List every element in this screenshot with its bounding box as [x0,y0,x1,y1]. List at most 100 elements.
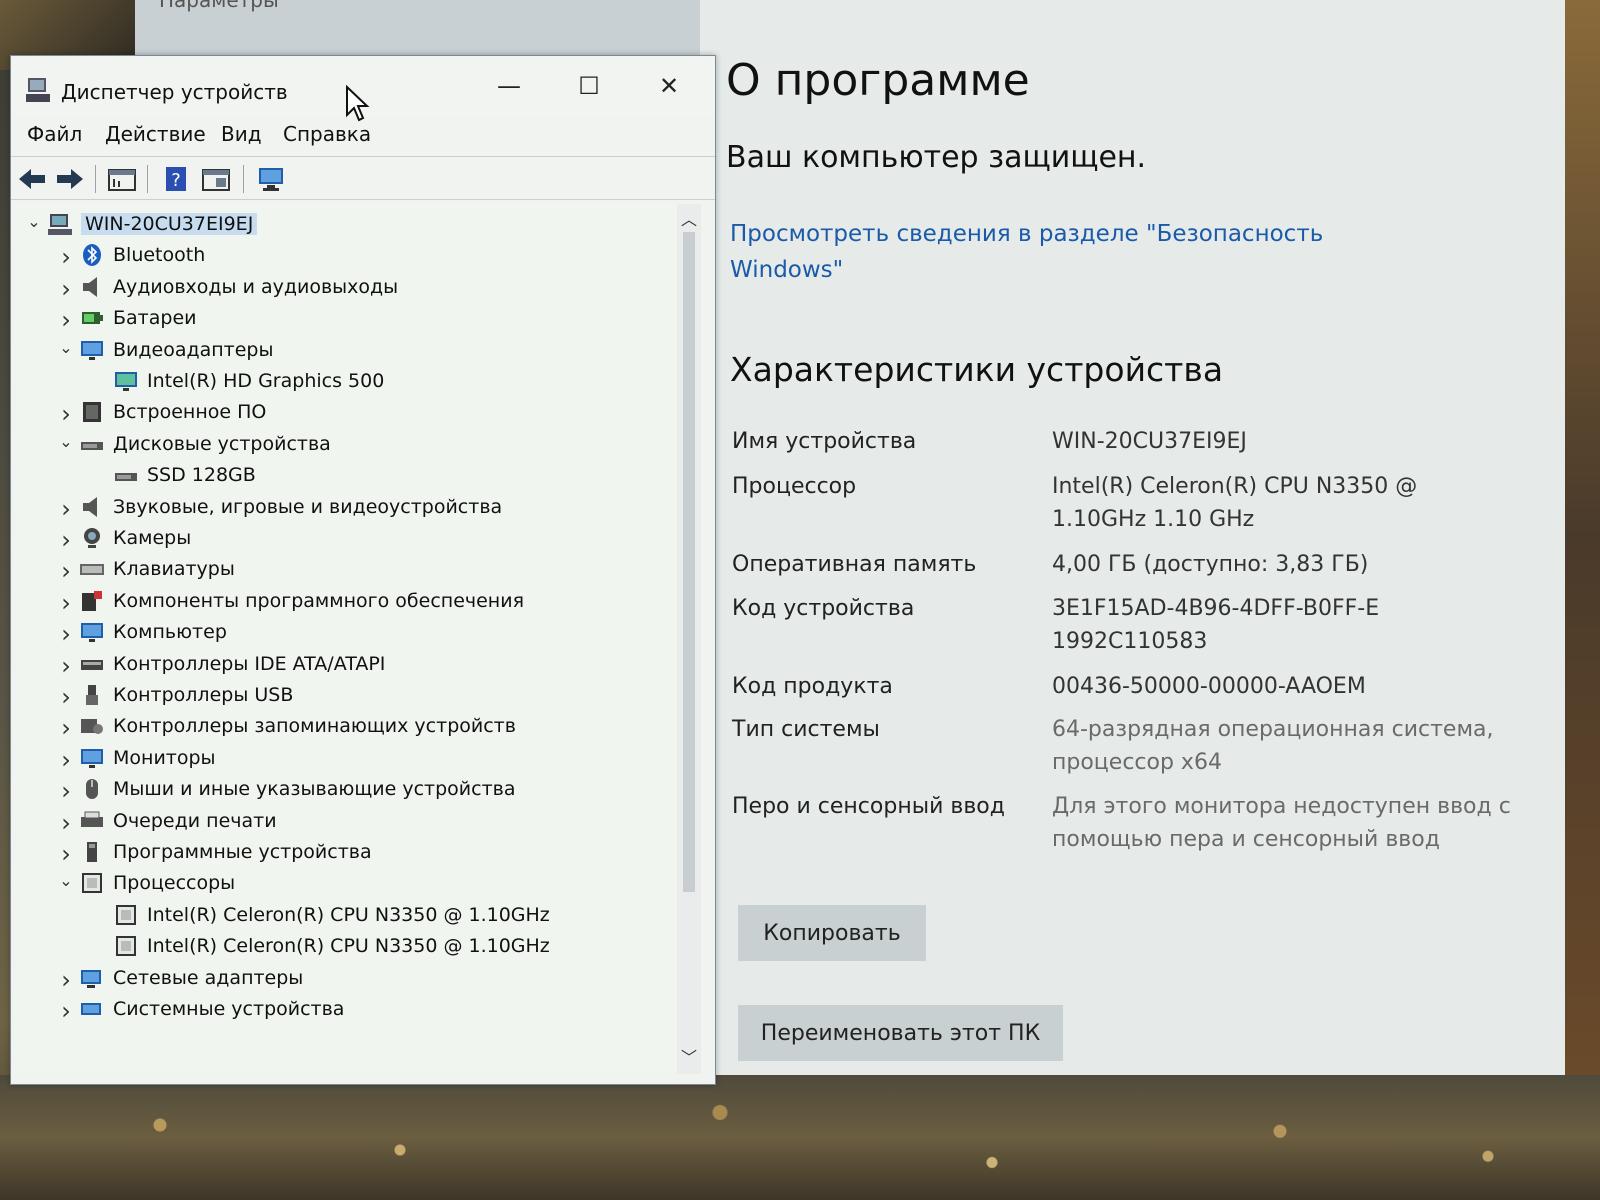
device-category[interactable]: › Батареи [57,304,655,334]
device-category[interactable]: › Встроенное ПО [57,398,655,428]
processor-icon [82,873,102,894]
chevron-right-icon[interactable]: › [57,997,75,1025]
chevron-right-icon[interactable]: › [57,400,75,428]
menu-file[interactable]: Файл [27,122,82,146]
device-category[interactable]: › Аудиовходы и аудиовыходы [57,273,655,303]
device-category[interactable]: › Контроллеры IDE ATA/ATAPI [57,650,655,680]
device-item[interactable]: Intel(R) Celeron(R) CPU N3350 @ 1.10GHz [91,901,655,931]
device-category[interactable]: › Контроллеры USB [57,681,655,711]
device-category[interactable]: › Bluetooth [57,241,655,271]
storage-controller-icon [81,719,103,735]
processor-icon [116,904,136,925]
device-category[interactable]: › Камеры [57,524,655,554]
chevron-right-icon[interactable]: › [57,557,75,585]
menu-help[interactable]: Справка [283,122,371,146]
chevron-right-icon[interactable]: › [57,714,75,742]
tree-node-label: Камеры [113,527,192,549]
maximize-button[interactable]: ☐ [559,68,619,104]
close-button[interactable]: ✕ [639,68,699,104]
chevron-right-icon[interactable]: › [57,526,75,554]
camera-icon [84,528,100,548]
spec-label: Перо и сенсорный ввод [732,794,1005,819]
device-category[interactable]: › Сетевые адаптеры [57,964,655,994]
tree-node-label: Intel(R) HD Graphics 500 [147,370,385,392]
device-category[interactable]: › Программные устройства [57,838,655,868]
device-category[interactable]: › Компоненты программного обеспечения [57,587,655,617]
chevron-right-icon[interactable]: › [57,652,75,680]
device-category[interactable]: ⌄ Видеоадаптеры [57,336,655,366]
spec-value: 64-разрядная операционная система, проце… [1052,717,1494,775]
speaker-icon [83,496,97,517]
chevron-down-icon[interactable]: ⌄ [57,338,75,362]
device-item[interactable]: Intel(R) HD Graphics 500 [91,367,655,397]
tree-node-label: Контроллеры IDE ATA/ATAPI [113,652,386,675]
help-icon[interactable]: ? [161,165,191,193]
firmware-icon [83,402,101,423]
scroll-up-arrow-icon[interactable]: ︿ [677,206,701,230]
device-item[interactable]: SSD 128GB [91,461,655,491]
chevron-right-icon[interactable]: › [57,620,75,648]
tree-node-label: Клавиатуры [113,558,235,581]
scroll-down-arrow-icon[interactable]: ﹀ [677,1044,701,1068]
device-category[interactable]: › Системные устройства [57,995,655,1025]
tree-root[interactable]: ⌄ WIN-20CU37EI9EJ [25,210,655,240]
forward-arrow-icon[interactable] [55,165,85,193]
tree-node-label: Intel(R) Celeron(R) CPU N3350 @ 1.10GHz [147,903,550,926]
menu-view[interactable]: Вид [221,122,262,146]
chevron-right-icon[interactable]: › [57,589,75,617]
windows-security-link[interactable]: Просмотреть сведения в разделе "Безопасн… [730,216,1330,288]
spec-value: 00436-50000-00000-AAOEM [1052,674,1366,699]
chevron-down-icon[interactable]: ⌄ [57,871,75,895]
device-category[interactable]: › Контроллеры запоминающих устройств [57,712,655,742]
chevron-right-icon[interactable]: › [57,243,75,271]
chevron-right-icon[interactable]: › [57,777,75,805]
chevron-right-icon[interactable]: › [57,809,75,837]
chevron-down-icon[interactable]: ⌄ [57,432,75,456]
chevron-right-icon[interactable]: › [57,966,75,994]
rename-pc-button[interactable]: Переименовать этот ПК [738,1005,1063,1061]
chevron-right-icon[interactable]: › [57,683,75,711]
tree-node-label: Процессоры [113,872,236,895]
chevron-right-icon[interactable]: › [57,495,75,523]
usb-icon [86,685,98,705]
chevron-down-icon[interactable]: ⌄ [25,212,43,236]
mouse-icon [86,779,98,800]
monitor-icon [81,623,103,643]
tree-scrollbar[interactable]: ︿ ﹀ [677,204,701,1074]
disk-icon [81,441,103,450]
spec-value: Для этого монитора недоступен ввод с пом… [1052,794,1511,852]
device-tree: ⌄ WIN-20CU37EI9EJ › Bluetooth › Аудиовходы и … [15,204,675,1074]
toolbar-separator [95,165,96,193]
device-category[interactable]: ⌄ Дисковые устройства [57,430,655,460]
spec-value: Intel(R) Celeron(R) CPU N3350 @ 1.10GHz … [1052,474,1418,532]
device-category[interactable]: › Очереди печати [57,807,655,837]
tree-node-label: Контроллеры запоминающих устройств [113,715,516,738]
spec-label: Код продукта [732,674,893,699]
copy-button[interactable]: Копировать [738,905,926,961]
scrollbar-thumb[interactable] [683,232,695,892]
back-arrow-icon[interactable] [17,165,47,193]
tree-node-label: Программные устройства [113,841,372,863]
tree-node-label: Батареи [113,307,197,330]
device-category[interactable]: › Звуковые, игровые и видеоустройства [57,493,655,523]
svg-text:?: ? [171,170,181,191]
device-item[interactable]: Intel(R) Celeron(R) CPU N3350 @ 1.10GHz [91,932,655,962]
chevron-right-icon[interactable]: › [57,840,75,868]
chevron-right-icon[interactable]: › [57,275,75,303]
chevron-right-icon[interactable]: › [57,746,75,774]
device-category[interactable]: › Мыши и иные указывающие устройства [57,775,655,805]
chevron-right-icon[interactable]: › [57,306,75,334]
device-category[interactable]: › Клавиатуры [57,555,655,585]
tree-node-label: Мониторы [113,746,216,769]
device-category[interactable]: ⌄ Процессоры [57,869,655,899]
spec-label: Код устройства [732,596,915,621]
scan-hardware-icon[interactable] [257,165,287,193]
device-category[interactable]: › Компьютер [57,618,655,648]
desktop-background-right [1565,0,1600,1075]
minimize-button[interactable]: — [479,68,539,104]
device-category[interactable]: › Мониторы [57,744,655,774]
update-driver-icon[interactable] [201,165,231,193]
properties-icon[interactable] [107,165,137,193]
tree-node-label: Intel(R) Celeron(R) CPU N3350 @ 1.10GHz [147,935,550,958]
menu-action[interactable]: Действие [105,122,206,146]
